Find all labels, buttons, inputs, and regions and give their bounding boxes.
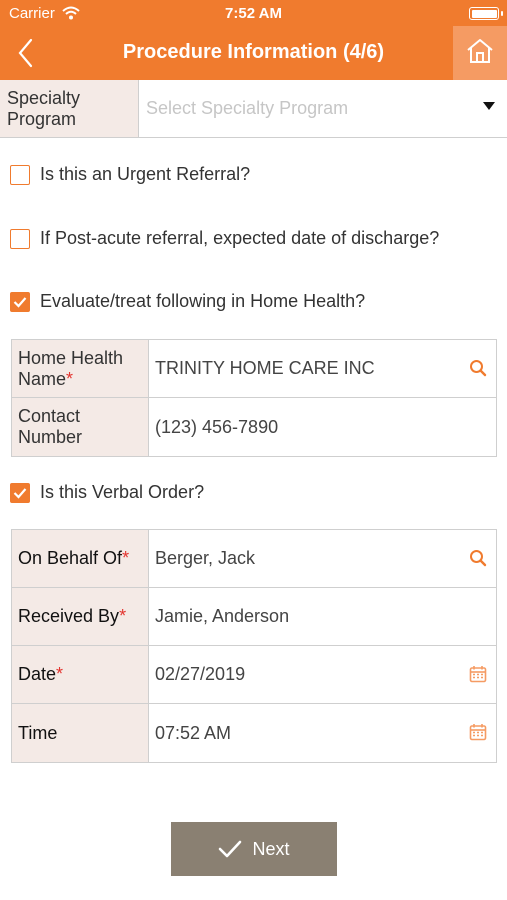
checkmark-icon — [219, 840, 242, 858]
required-marker: * — [119, 606, 127, 626]
home-health-name-field[interactable]: TRINITY HOME CARE INC — [149, 340, 496, 397]
post-acute-row[interactable]: If Post-acute referral, expected date of… — [10, 228, 439, 249]
date-label: Date* — [12, 646, 149, 703]
post-acute-checkbox[interactable] — [10, 228, 30, 249]
specialty-program-placeholder: Select Specialty Program — [146, 98, 349, 118]
home-health-checkbox[interactable] — [10, 291, 30, 312]
on-behalf-of-value: Berger, Jack — [155, 548, 256, 568]
home-button[interactable] — [453, 26, 507, 80]
time-value: 07:52 AM — [155, 722, 232, 743]
nav-bar: Procedure Information (4/6) — [0, 26, 507, 80]
on-behalf-of-row: On Behalf Of* Berger, Jack — [12, 530, 496, 588]
contact-number-value: (123) 456-7890 — [155, 416, 279, 437]
received-by-value: Jamie, Anderson — [155, 606, 290, 626]
battery-icon — [469, 7, 503, 20]
received-by-row: Received By* Jamie, Anderson — [12, 588, 496, 646]
back-button[interactable] — [12, 36, 44, 70]
home-health-name-row: Home Health Name* TRINITY HOME CARE INC — [12, 340, 496, 398]
contact-number-label: Contact Number — [12, 398, 149, 456]
search-icon[interactable] — [469, 359, 487, 382]
home-health-table: Home Health Name* TRINITY HOME CARE INC … — [11, 339, 497, 457]
contact-number-field[interactable]: (123) 456-7890 — [149, 398, 496, 456]
verbal-order-checkbox[interactable] — [10, 482, 30, 503]
back-chevron-icon — [12, 38, 44, 74]
home-health-name-value: TRINITY HOME CARE INC — [155, 358, 375, 378]
on-behalf-of-label: On Behalf Of* — [12, 530, 149, 587]
urgent-referral-checkbox[interactable] — [10, 164, 30, 185]
verbal-order-row[interactable]: Is this Verbal Order? — [10, 482, 204, 503]
post-acute-label: If Post-acute referral, expected date of… — [40, 228, 440, 248]
home-health-label: Evaluate/treat following in Home Health? — [40, 291, 366, 311]
on-behalf-of-label-text: On Behalf Of — [18, 548, 123, 568]
home-icon — [466, 38, 494, 69]
required-marker: * — [56, 664, 64, 684]
home-health-name-label: Home Health Name* — [12, 340, 149, 397]
next-button[interactable]: Next — [171, 822, 337, 876]
time-row: Time 07:52 AM — [12, 704, 496, 762]
date-value: 02/27/2019 — [155, 664, 246, 684]
required-marker: * — [66, 368, 74, 389]
urgent-referral-row[interactable]: Is this an Urgent Referral? — [10, 164, 250, 185]
dropdown-caret-icon — [483, 102, 495, 110]
date-field[interactable]: 02/27/2019 — [149, 646, 496, 703]
next-button-label: Next — [252, 838, 290, 859]
required-marker: * — [122, 548, 130, 568]
date-label-text: Date — [18, 664, 57, 684]
home-health-row[interactable]: Evaluate/treat following in Home Health? — [10, 291, 365, 312]
page-title: Procedure Information (4/6) — [122, 41, 385, 63]
time-field[interactable]: 07:52 AM — [149, 704, 496, 762]
received-by-field[interactable]: Jamie, Anderson — [149, 588, 496, 645]
checkmark-icon — [13, 487, 27, 499]
contact-number-row: Contact Number (123) 456-7890 — [12, 398, 496, 456]
status-time: 7:52 AM — [225, 5, 282, 22]
urgent-referral-label: Is this an Urgent Referral? — [40, 164, 251, 184]
status-bar: Carrier 7:52 AM — [0, 0, 507, 26]
time-label: Time — [12, 704, 149, 762]
calendar-icon[interactable] — [469, 723, 487, 746]
received-by-label-text: Received By — [18, 606, 120, 626]
received-by-label: Received By* — [12, 588, 149, 645]
specialty-program-select[interactable]: Select Specialty Program — [139, 80, 507, 137]
specialty-program-label: Specialty Program — [0, 80, 139, 137]
on-behalf-of-field[interactable]: Berger, Jack — [149, 530, 496, 587]
verbal-order-label: Is this Verbal Order? — [40, 482, 205, 502]
checkmark-icon — [13, 296, 27, 308]
search-icon[interactable] — [469, 549, 487, 572]
calendar-icon[interactable] — [469, 665, 487, 688]
verbal-order-table: On Behalf Of* Berger, Jack Received By* … — [11, 529, 497, 763]
date-row: Date* 02/27/2019 — [12, 646, 496, 704]
specialty-program-row: Specialty Program Select Specialty Progr… — [0, 80, 507, 138]
